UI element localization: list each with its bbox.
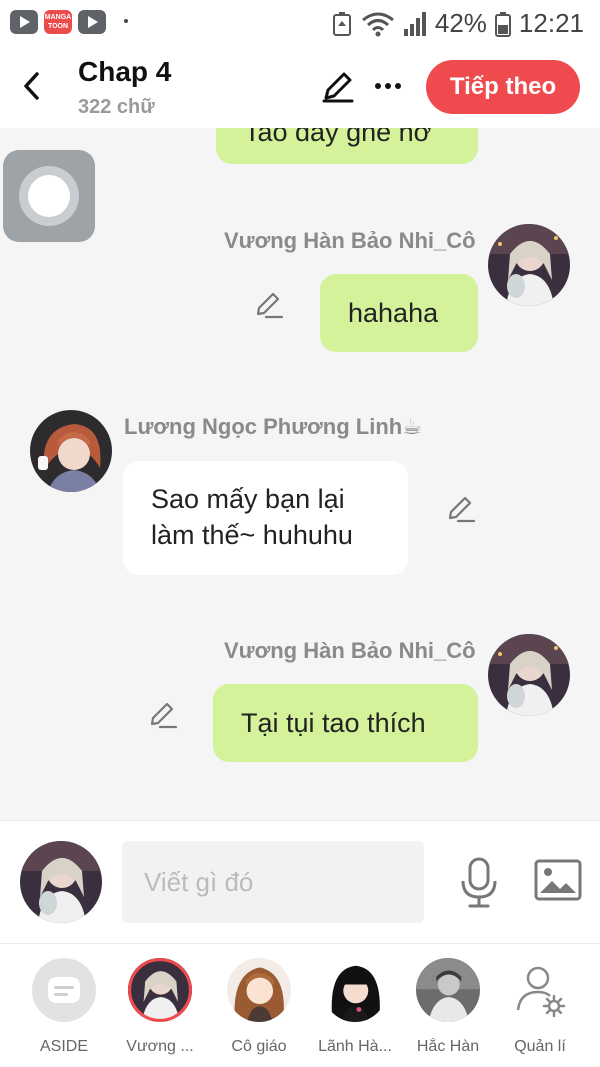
youtube-icon (10, 10, 38, 34)
next-chapter-button[interactable]: Tiếp theo (426, 60, 580, 114)
chapter-title: Chap 4 (78, 56, 172, 87)
message-line: làm thế~ huhuhu (151, 520, 353, 550)
wifi-icon (361, 12, 394, 36)
message-line: Sao mấy bạn lại (151, 484, 345, 514)
more-dots-icon[interactable] (372, 72, 404, 100)
status-bar: MANGA TOON 42% 12:21 (0, 0, 600, 46)
signal-icon (403, 11, 426, 36)
manage-characters[interactable]: Quản lí (495, 958, 585, 1056)
character-label: Hắc Hàn (416, 1038, 480, 1055)
character-co-giao[interactable]: Cô giáo (214, 958, 304, 1056)
word-count: 322 chữ (78, 96, 155, 118)
character-label: ASIDE (39, 1038, 88, 1055)
avatar-image (128, 958, 192, 1022)
character-vuong[interactable]: Vương ... (115, 958, 205, 1056)
avatar-image (488, 224, 570, 306)
character-lanh-ha[interactable]: Lãnh Hà... (310, 958, 400, 1056)
aside-icon (32, 958, 96, 1022)
avatar-image (323, 958, 387, 1022)
sender-name: Vương Hàn Bảo Nhi_Cô (224, 638, 476, 663)
character-bar: ASIDE Vương ... Cô giáo Lãnh Hà... Hắc H… (0, 944, 600, 1067)
notification-dot (124, 19, 128, 23)
youtube-icon (78, 10, 106, 34)
chapter-header: Chap 4 322 chữ Tiếp theo (0, 46, 600, 128)
pencil-icon[interactable] (444, 492, 476, 524)
character-label: Cô giáo (231, 1038, 287, 1055)
chat-area[interactable]: Tao đây ghê nơ Vương Hàn Bảo Nhi_Cô haha… (0, 128, 600, 820)
avatar-image (30, 410, 112, 492)
microphone-icon[interactable] (458, 857, 500, 909)
image-icon[interactable] (534, 859, 582, 903)
selected-character-avatar[interactable] (20, 841, 102, 923)
message-bubble[interactable]: Sao mấy bạn lại làm thế~ huhuhu (123, 461, 408, 575)
sender-name: Vương Hàn Bảo Nhi_Cô (224, 228, 476, 253)
character-label: Quản lí (514, 1038, 566, 1055)
character-label: Vương ... (126, 1038, 194, 1055)
character-label: Lãnh Hà... (318, 1038, 392, 1055)
pencil-icon[interactable] (320, 68, 356, 104)
avatar[interactable] (488, 634, 570, 716)
avatar-image (20, 841, 102, 923)
sender-name: Lương Ngọc Phương Linh☕ (124, 414, 422, 439)
avatar (128, 958, 192, 1022)
back-arrow-icon[interactable] (16, 68, 52, 104)
clock: 12:21 (518, 8, 584, 38)
avatar (416, 958, 480, 1022)
pencil-icon[interactable] (252, 288, 284, 320)
assistive-touch-button[interactable] (3, 150, 95, 242)
message-bubble[interactable]: hahaha (320, 274, 478, 352)
pencil-icon[interactable] (146, 698, 178, 730)
mangatoon-icon: MANGA TOON (44, 10, 72, 34)
character-hac-han[interactable]: Hắc Hàn (403, 958, 493, 1056)
avatar-image (488, 634, 570, 716)
battery-percent: 42% (434, 8, 487, 38)
avatar-image (416, 958, 480, 1022)
character-aside[interactable]: ASIDE (19, 958, 109, 1056)
battery-saver-icon (332, 11, 351, 36)
avatar[interactable] (30, 410, 112, 492)
message-bubble[interactable]: Tao đây ghê nơ (216, 128, 478, 164)
user-gear-icon (508, 958, 572, 1022)
message-composer (0, 820, 600, 944)
avatar (323, 958, 387, 1022)
battery-icon (494, 11, 511, 37)
message-bubble[interactable]: Tại tụi tao thích (213, 684, 478, 762)
status-right: 42% 12:21 (331, 8, 584, 39)
message-input[interactable] (122, 841, 424, 923)
avatar-image (227, 958, 291, 1022)
avatar[interactable] (488, 224, 570, 306)
avatar (227, 958, 291, 1022)
user-gear-icon (516, 966, 566, 1018)
